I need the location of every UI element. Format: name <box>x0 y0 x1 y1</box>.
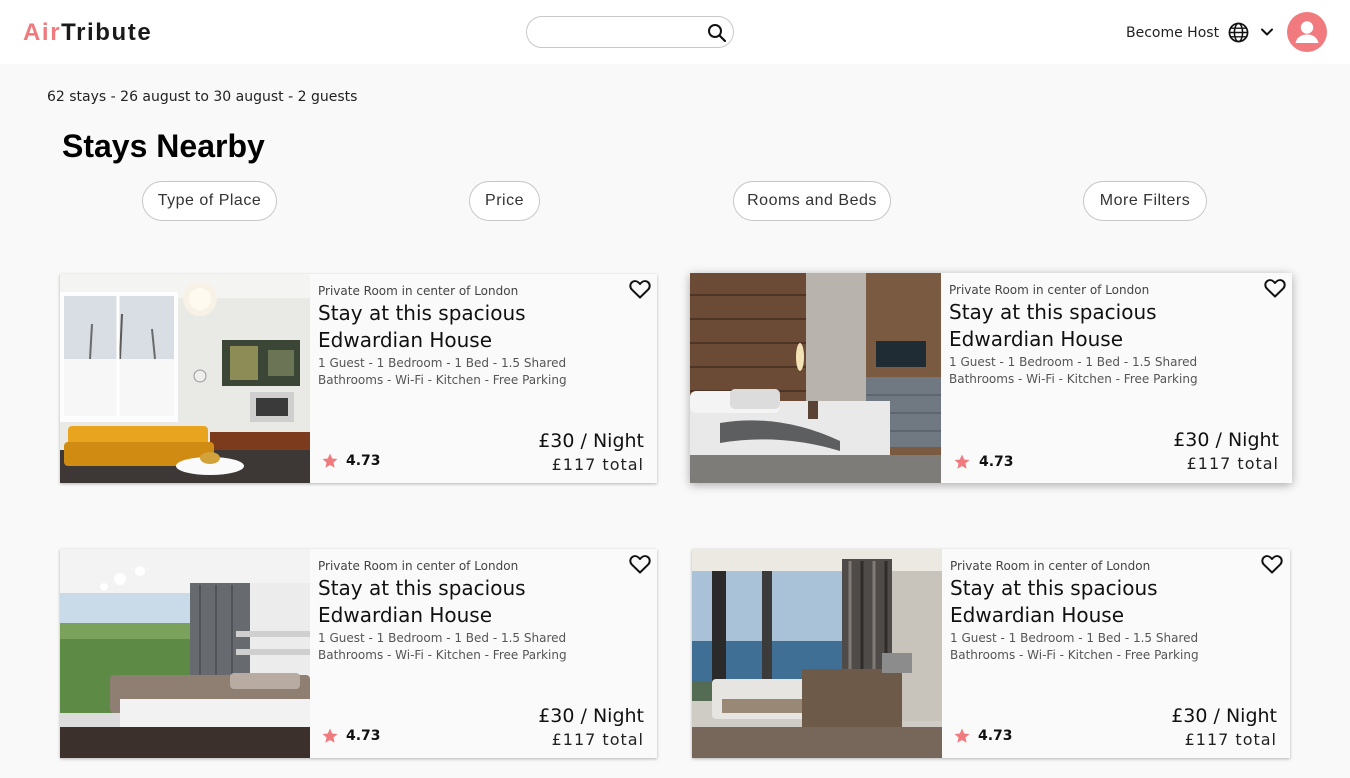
listing-rating: 4.73 <box>346 728 381 744</box>
top-nav: AirTribute Become Host <box>0 0 1350 64</box>
listing-photo[interactable] <box>692 549 942 758</box>
star-icon <box>954 728 970 743</box>
logo[interactable]: AirTribute <box>23 19 152 47</box>
filter-type-of-place[interactable]: Type of Place <box>142 181 277 221</box>
filter-rooms-and-beds[interactable]: Rooms and Beds <box>733 181 891 221</box>
listing-photo[interactable] <box>60 549 310 758</box>
listing-amenities: 1 Guest - 1 Bedroom - 1 Bed - 1.5 Shared… <box>318 631 567 662</box>
listing-card[interactable]: Private Room in center of London Stay at… <box>60 274 657 483</box>
become-host-link[interactable]: Become Host <box>1126 24 1219 42</box>
listing-rating: 4.73 <box>978 728 1013 744</box>
listing-amenities: 1 Guest - 1 Bedroom - 1 Bed - 1.5 Shared… <box>950 631 1199 662</box>
listing-amenities: 1 Guest - 1 Bedroom - 1 Bed - 1.5 Shared… <box>949 355 1198 386</box>
listing-title[interactable]: Stay at this spacious Edwardian House <box>949 299 1209 353</box>
heart-icon[interactable] <box>628 277 652 301</box>
listing-title[interactable]: Stay at this spacious Edwardian House <box>318 575 578 629</box>
heart-icon[interactable] <box>1263 276 1287 300</box>
logo-air: Air <box>23 19 62 46</box>
listing-subtitle: Private Room in center of London <box>318 284 519 298</box>
listing-card[interactable]: Private Room in center of London Stay at… <box>692 549 1290 758</box>
listing-rating: 4.73 <box>346 453 381 469</box>
listing-total: £117 total <box>551 730 644 749</box>
globe-icon[interactable] <box>1228 22 1249 43</box>
listing-amenities: 1 Guest - 1 Bedroom - 1 Bed - 1.5 Shared… <box>318 356 567 387</box>
star-icon <box>954 454 970 469</box>
listing-title[interactable]: Stay at this spacious Edwardian House <box>950 575 1210 629</box>
listing-total: £117 total <box>1186 454 1279 473</box>
listing-card[interactable]: Private Room in center of London Stay at… <box>690 273 1292 483</box>
search-summary: 62 stays - 26 august to 30 august - 2 gu… <box>47 89 358 105</box>
chevron-down-icon[interactable] <box>1259 24 1275 40</box>
listing-total: £117 total <box>551 455 644 474</box>
listing-price: £30 / Night <box>1173 429 1279 451</box>
logo-tribute: Tribute <box>61 19 153 46</box>
listing-price: £30 / Night <box>1171 705 1277 727</box>
listing-rating: 4.73 <box>979 454 1014 470</box>
listing-card[interactable]: Private Room in center of London Stay at… <box>60 549 657 758</box>
listing-subtitle: Private Room in center of London <box>318 559 519 573</box>
listing-subtitle: Private Room in center of London <box>950 559 1151 573</box>
listing-photo[interactable] <box>60 274 310 483</box>
listing-total: £117 total <box>1184 730 1277 749</box>
search-input[interactable] <box>539 22 699 42</box>
listing-subtitle: Private Room in center of London <box>949 283 1150 297</box>
filter-more-filters[interactable]: More Filters <box>1083 181 1207 221</box>
filter-price[interactable]: Price <box>469 181 540 221</box>
star-icon <box>322 453 338 468</box>
listing-price: £30 / Night <box>538 430 644 452</box>
heart-icon[interactable] <box>1260 552 1284 576</box>
listing-price: £30 / Night <box>538 705 644 727</box>
listing-photo[interactable] <box>690 273 941 483</box>
user-avatar-icon[interactable] <box>1287 12 1327 52</box>
search-bar[interactable] <box>526 16 734 48</box>
page-title: Stays Nearby <box>62 128 265 164</box>
listing-title[interactable]: Stay at this spacious Edwardian House <box>318 300 578 354</box>
heart-icon[interactable] <box>628 552 652 576</box>
search-icon[interactable] <box>707 23 727 43</box>
star-icon <box>322 728 338 743</box>
